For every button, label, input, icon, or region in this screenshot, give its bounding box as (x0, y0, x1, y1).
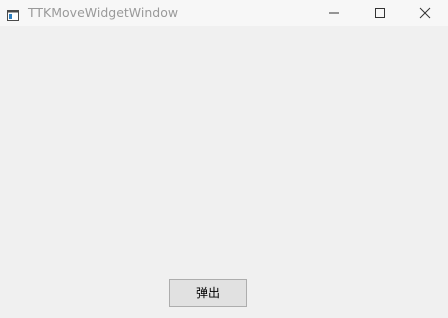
window-title: TTKMoveWidgetWindow (28, 5, 179, 20)
close-icon (419, 7, 431, 19)
maximize-button[interactable] (357, 0, 403, 26)
minimize-icon (329, 12, 339, 14)
client-area (0, 26, 448, 318)
minimize-button[interactable] (311, 0, 357, 26)
app-icon (7, 6, 19, 21)
close-button[interactable] (402, 0, 448, 26)
maximize-icon (375, 8, 385, 18)
popup-button[interactable]: 弹出 (169, 279, 247, 307)
app-window: TTKMoveWidgetWindow 弹出 (0, 0, 448, 318)
title-bar[interactable]: TTKMoveWidgetWindow (0, 0, 448, 26)
